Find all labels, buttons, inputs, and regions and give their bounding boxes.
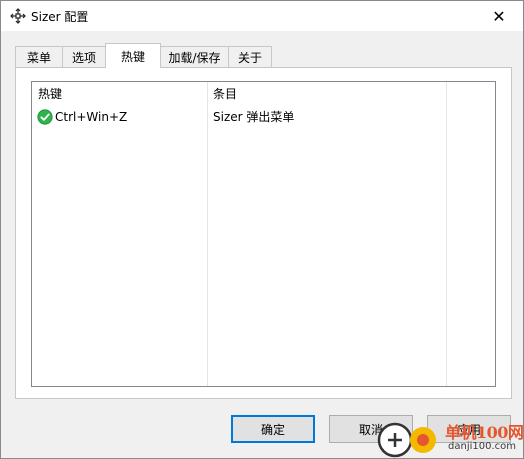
ok-button[interactable]: 确定 (231, 415, 315, 443)
move-arrows-icon (10, 8, 26, 24)
check-circle-icon (37, 109, 53, 125)
item-value: Sizer 弹出菜单 (213, 110, 295, 124)
watermark-domain: danji100.com (448, 441, 516, 452)
sizer-config-dialog: Sizer 配置 ✕ 菜单 选项 热键 加载/保存 关于 热键 条目 Ctrl+… (0, 0, 524, 459)
close-button[interactable]: ✕ (479, 1, 519, 31)
window-title: Sizer 配置 (31, 10, 89, 24)
tab-hotkeys[interactable]: 热键 (105, 43, 161, 68)
watermark-brand: 单机100网 (445, 423, 524, 442)
list-item[interactable]: Ctrl+Win+Z Sizer 弹出菜单 (32, 108, 495, 126)
watermark-logo-icon (377, 422, 436, 458)
tab-options[interactable]: 选项 (62, 46, 106, 67)
title-bar[interactable]: Sizer 配置 ✕ (1, 1, 523, 31)
column-header-hotkey[interactable]: 热键 (38, 84, 62, 104)
column-divider (207, 82, 208, 386)
column-divider (446, 82, 447, 386)
tab-label: 关于 (237, 50, 262, 65)
hotkeys-list[interactable]: 热键 条目 Ctrl+Win+Z Sizer 弹出菜单 (31, 81, 496, 387)
column-header-item[interactable]: 条目 (213, 84, 237, 104)
close-icon: ✕ (492, 6, 506, 26)
tab-label: 加载/保存 (168, 50, 221, 65)
hotkeys-tab-panel: 热键 条目 Ctrl+Win+Z Sizer 弹出菜单 (15, 67, 512, 399)
tab-label: 菜单 (26, 50, 51, 65)
tab-menu[interactable]: 菜单 (15, 46, 63, 67)
tab-label: 选项 (71, 50, 96, 65)
tab-load-save[interactable]: 加载/保存 (160, 46, 229, 67)
tab-about[interactable]: 关于 (228, 46, 272, 67)
hotkey-value: Ctrl+Win+Z (55, 110, 128, 124)
tab-label: 热键 (120, 49, 145, 64)
ok-button-label: 确定 (260, 422, 285, 437)
